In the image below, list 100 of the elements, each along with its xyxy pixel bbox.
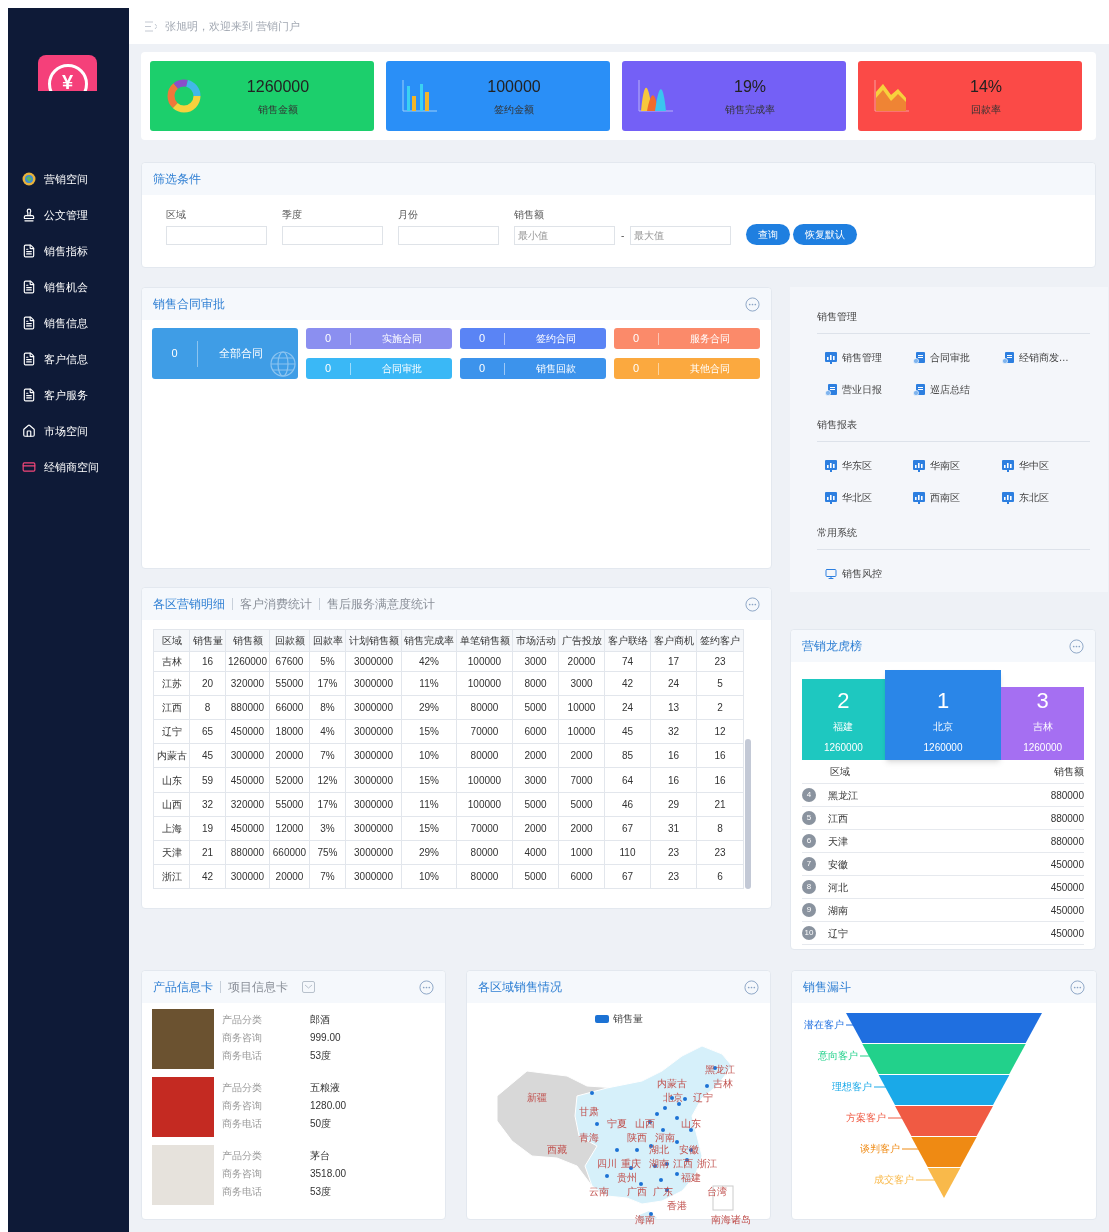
table-cell: 山东 <box>153 767 190 793</box>
column-header: 区域 <box>153 629 190 652</box>
rank-badge: 7 <box>802 857 816 871</box>
province-label: 海南 <box>635 1214 655 1225</box>
table-cell: 7% <box>309 864 346 889</box>
sidebar-item[interactable]: 公文管理 <box>8 197 129 233</box>
filter-button[interactable]: 查询 <box>746 224 791 245</box>
province-label: 重庆 <box>621 1158 641 1169</box>
table-cell: 16 <box>650 743 697 768</box>
table-cell: 3000000 <box>345 792 402 817</box>
sidebar-item[interactable]: 销售机会 <box>8 269 129 305</box>
table-cell: 32 <box>189 792 226 817</box>
table-cell: 67 <box>604 864 651 889</box>
table-cell: 65 <box>189 719 226 744</box>
table-cell: 16 <box>189 651 226 672</box>
province-label: 湖北 <box>649 1144 669 1155</box>
menu-link[interactable]: 华东区 <box>825 458 914 473</box>
table-cell: 80000 <box>456 695 513 720</box>
menu-link[interactable]: 东北区 <box>1001 490 1090 505</box>
more-icon[interactable] <box>744 979 759 995</box>
funnel-label: 潜在客户 <box>804 1019 844 1030</box>
table-cell: 5000 <box>512 864 559 889</box>
field-value: 3518.00 <box>310 1167 347 1181</box>
menu-link[interactable]: 合同审批 <box>913 350 1002 365</box>
leader-line <box>915 1179 937 1181</box>
region-name: 黑龙江 <box>828 788 858 803</box>
panel-tab[interactable]: 产品信息卡 <box>153 978 213 996</box>
menu-link[interactable]: 巡店总结 <box>913 382 1002 397</box>
province-label: 四川 <box>597 1158 617 1169</box>
sidebar-item[interactable]: 销售信息 <box>8 305 129 341</box>
input-field[interactable]: 最小值 <box>514 226 615 245</box>
document-icon <box>1001 351 1014 364</box>
more-icon[interactable] <box>745 296 760 312</box>
province-label: 广东 <box>653 1186 673 1197</box>
menu-link[interactable]: 华北区 <box>825 490 914 505</box>
menu-link[interactable]: 经销商发… <box>1001 350 1090 365</box>
field-label: 商务电话 <box>222 1185 263 1199</box>
input-field[interactable] <box>166 226 267 245</box>
table-cell: 7% <box>309 743 346 768</box>
table-cell: 3000 <box>512 651 559 672</box>
podium-value: 1260000 <box>1023 741 1063 755</box>
more-icon[interactable] <box>1069 638 1084 654</box>
table-cell: 29 <box>650 792 697 817</box>
sidebar-item[interactable]: 营销空间 <box>8 161 129 197</box>
menu-icon[interactable] <box>145 20 157 32</box>
table-cell: 42% <box>401 651 457 672</box>
photo-placeholder <box>152 1077 214 1137</box>
input-field[interactable] <box>282 226 383 245</box>
column-header: 销售额 <box>225 629 270 652</box>
table-cell: 46 <box>604 792 651 817</box>
table-cell: 1260000 <box>225 651 270 672</box>
sidebar-item[interactable]: 销售指标 <box>8 233 129 269</box>
province-label: 安徽 <box>679 1144 699 1155</box>
more-icon[interactable] <box>745 596 760 612</box>
table-cell: 450000 <box>225 816 270 841</box>
menu-link[interactable]: 西南区 <box>913 490 1002 505</box>
column-header: 销售完成率 <box>401 629 457 652</box>
input-field[interactable] <box>398 226 499 245</box>
sidebar-item[interactable]: 市场空间 <box>8 413 129 449</box>
province-label: 辽宁 <box>693 1092 713 1103</box>
field-value: 郎酒 <box>310 1013 330 1027</box>
photo-placeholder <box>152 1009 214 1069</box>
table-cell: 吉林 <box>153 651 190 672</box>
menu-link[interactable]: 销售风控 <box>825 566 914 581</box>
table-cell: 12000 <box>269 816 310 841</box>
more-icon[interactable] <box>1070 979 1085 995</box>
sidebar-item[interactable]: 客户服务 <box>8 377 129 413</box>
globe-icon <box>22 172 36 186</box>
panel-tab[interactable]: 各区营销明细 <box>153 595 225 613</box>
sidebar-item[interactable]: 客户信息 <box>8 341 129 377</box>
sidebar-item[interactable]: 经销商空间 <box>8 449 129 485</box>
more-icon[interactable] <box>419 979 434 995</box>
table-cell: 29% <box>401 695 457 720</box>
menu-link[interactable]: 华中区 <box>1001 458 1090 473</box>
column-header: 广告投放 <box>558 629 605 652</box>
stat-value: 1260000 <box>246 77 310 97</box>
filter-button[interactable]: 恢复默认 <box>793 224 858 245</box>
menu-link[interactable]: 华南区 <box>913 458 1002 473</box>
table-cell: 3000000 <box>345 671 402 696</box>
field-label: 区域 <box>166 208 187 222</box>
menu-link[interactable]: 销售管理 <box>825 350 914 365</box>
leader-line <box>873 1086 888 1088</box>
table-cell: 上海 <box>153 816 190 841</box>
table-cell: 45 <box>604 719 651 744</box>
province-label: 北京 <box>663 1092 683 1103</box>
yen-symbol: ¥ <box>61 70 74 91</box>
input-field[interactable]: 最大值 <box>630 226 732 245</box>
funnel-label: 理想客户 <box>832 1081 872 1092</box>
table-cell: 15% <box>401 816 457 841</box>
table-cell: 3000000 <box>345 816 402 841</box>
table-cell: 52000 <box>269 767 310 793</box>
stat-label: 回款率 <box>971 103 1001 117</box>
table-cell: 2000 <box>558 816 605 841</box>
menu-link[interactable]: 营业日报 <box>825 382 914 397</box>
range-separator: - <box>621 229 625 243</box>
table-cell: 3000000 <box>345 651 402 672</box>
table-cell: 100000 <box>456 792 513 817</box>
table-cell: 8000 <box>512 671 559 696</box>
mail-icon[interactable] <box>302 981 315 993</box>
table-cell: 18000 <box>269 719 310 744</box>
